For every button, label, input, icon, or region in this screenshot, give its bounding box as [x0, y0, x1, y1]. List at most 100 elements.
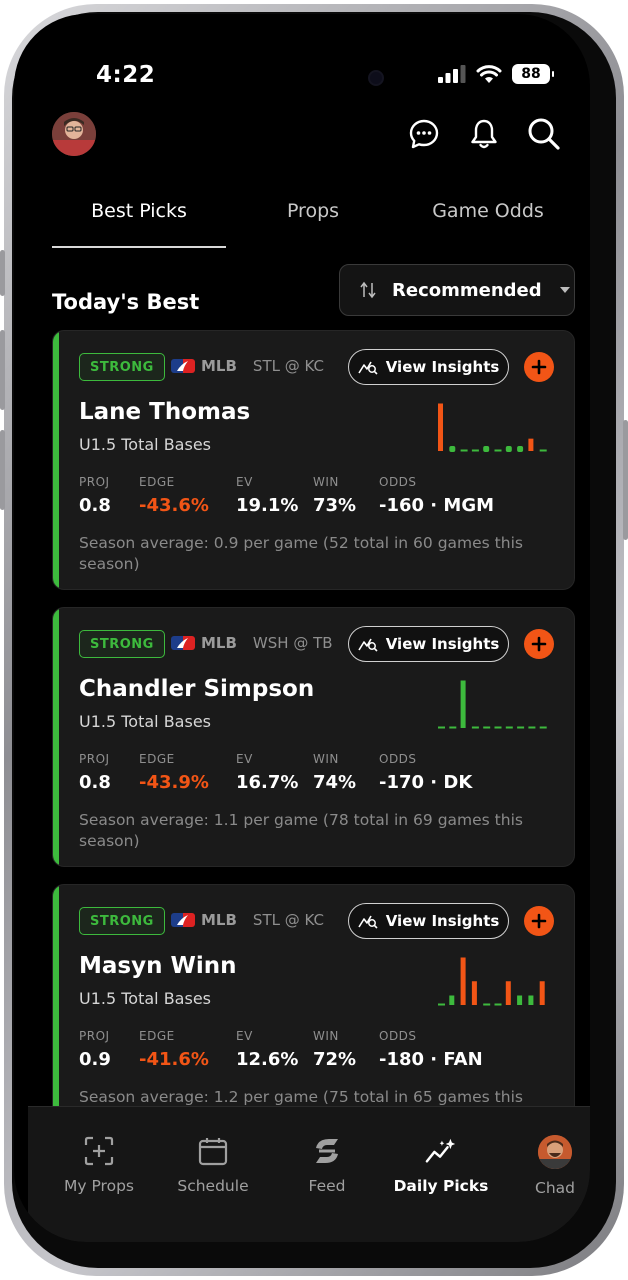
nav-label: Chad [535, 1179, 575, 1197]
matchup: STL @ KC [252, 911, 324, 929]
stat-value: -160 · MGM [379, 495, 495, 516]
league-info: MLB WSH @ TB [171, 634, 333, 652]
stat-odds: ODDS -180 · FAN [379, 1029, 483, 1070]
sparkline-bar [494, 449, 502, 452]
tab-best-picks[interactable]: Best Picks [52, 200, 226, 222]
stat-proj: PROJ 0.9 [79, 1029, 111, 1070]
season-average: Season average: 1.1 per game (78 total i… [79, 811, 523, 850]
strength-badge: STRONG [79, 353, 165, 381]
pick-card[interactable]: STRONG MLB WSH @ TB View Insights Chandl… [52, 607, 575, 867]
player-name: Masyn Winn [79, 953, 237, 979]
sparkline-bar [471, 449, 479, 452]
sort-arrows-icon [360, 281, 376, 299]
stats-row: PROJ 0.9 EDGE -41.6% EV 12.6% WIN 72% OD… [79, 1029, 559, 1081]
stat-label: ODDS [379, 1029, 417, 1043]
plus-icon [531, 636, 547, 652]
nav-my-props[interactable]: My Props [44, 1135, 154, 1195]
sparkline-bar [438, 403, 443, 451]
sparkline-bar [505, 726, 513, 729]
top-tabs: Best Picks Props Game Odds [52, 200, 576, 250]
nav-chad[interactable]: Chad [500, 1135, 590, 1197]
pick-card[interactable]: STRONG MLB STL @ KC View Insights Lane T… [52, 330, 575, 590]
sparkline-bar [539, 449, 547, 452]
sparkline-bar [460, 449, 468, 452]
add-pick-button[interactable] [524, 629, 554, 659]
stat-odds: ODDS -160 · MGM [379, 475, 494, 516]
player-name: Lane Thomas [79, 399, 251, 425]
view-insights-button[interactable]: View Insights [348, 626, 509, 662]
stat-label: EDGE [139, 1029, 175, 1043]
stat-value: 16.7% [236, 772, 299, 793]
view-insights-button[interactable]: View Insights [348, 349, 509, 385]
stat-value: 19.1% [236, 495, 299, 516]
sparkle-trend-icon [425, 1135, 457, 1167]
stat-value: 74% [313, 772, 357, 793]
sparkline-bar [539, 726, 547, 729]
strength-accent-bar [53, 331, 59, 589]
stat-edge: EDGE -43.9% [139, 752, 209, 793]
header-actions [406, 116, 562, 152]
stat-proj: PROJ 0.8 [79, 752, 111, 793]
chad-avatar [538, 1135, 572, 1169]
status-time: 4:22 [96, 62, 156, 88]
stat-label: PROJ [79, 752, 110, 766]
search-button[interactable] [526, 116, 562, 152]
stat-label: EDGE [139, 475, 175, 489]
sparkline-bar [438, 1003, 445, 1006]
nav-label: Daily Picks [393, 1177, 489, 1195]
sparkline-bar [449, 726, 457, 729]
stat-label: EV [236, 1029, 253, 1043]
nav-schedule[interactable]: Schedule [158, 1135, 268, 1195]
sparkline-bar [494, 1003, 502, 1006]
stat-value: -41.6% [139, 1049, 209, 1070]
prop-market: U1.5 Total Bases [79, 712, 211, 731]
sparkline-bar [471, 981, 477, 1005]
sort-dropdown[interactable]: Recommended [339, 264, 575, 316]
sparkline-bar [528, 438, 534, 451]
stat-value: -170 · DK [379, 772, 473, 793]
sparkline-bar [494, 726, 502, 729]
sparkline-bar [528, 995, 534, 1005]
prop-market: U1.5 Total Bases [79, 435, 211, 454]
stat-edge: EDGE -43.6% [139, 475, 209, 516]
section-title: Today's Best [52, 290, 200, 314]
recent-games-sparkline [438, 403, 547, 452]
sparkline-bar [517, 726, 525, 729]
stat-ev: EV 19.1% [236, 475, 298, 516]
stat-label: EV [236, 475, 253, 489]
stat-value: 72% [313, 1049, 357, 1070]
add-pick-button[interactable] [524, 352, 554, 382]
sparkline-bar [438, 726, 445, 729]
sparkline-bar [528, 726, 536, 729]
user-avatar[interactable] [52, 112, 96, 156]
notifications-button[interactable] [466, 116, 502, 152]
sparkline-bar [505, 446, 512, 452]
messages-button[interactable] [406, 116, 442, 152]
stat-label: PROJ [79, 1029, 110, 1043]
chevron-down-icon [559, 287, 570, 293]
sparkline-bar [483, 446, 490, 452]
nav-daily-picks[interactable]: Daily Picks [386, 1135, 496, 1195]
add-pick-button[interactable] [524, 906, 554, 936]
pick-card[interactable]: STRONG MLB STL @ KC View Insights Masyn … [52, 884, 575, 1144]
mlb-logo-icon [171, 636, 195, 650]
sparkline-bar [517, 446, 524, 452]
bell-icon [471, 119, 497, 149]
view-insights-label: View Insights [385, 358, 500, 376]
stat-proj: PROJ 0.8 [79, 475, 111, 516]
battery-indicator: 88 [512, 64, 554, 84]
tab-props[interactable]: Props [226, 200, 400, 222]
sparkline-bar [471, 726, 479, 729]
stat-value: 0.9 [79, 1049, 111, 1070]
stat-value: 12.6% [236, 1049, 299, 1070]
nav-label: Schedule [177, 1177, 249, 1195]
mlb-logo-icon [171, 913, 195, 927]
league-name: MLB [201, 911, 237, 929]
calendar-icon [197, 1135, 229, 1167]
tab-game-odds[interactable]: Game Odds [400, 200, 576, 222]
volume-up-button [0, 330, 5, 410]
nav-feed[interactable]: Feed [272, 1135, 382, 1195]
power-button [623, 420, 628, 540]
stat-win: WIN 72% [313, 1029, 356, 1070]
view-insights-button[interactable]: View Insights [348, 903, 509, 939]
